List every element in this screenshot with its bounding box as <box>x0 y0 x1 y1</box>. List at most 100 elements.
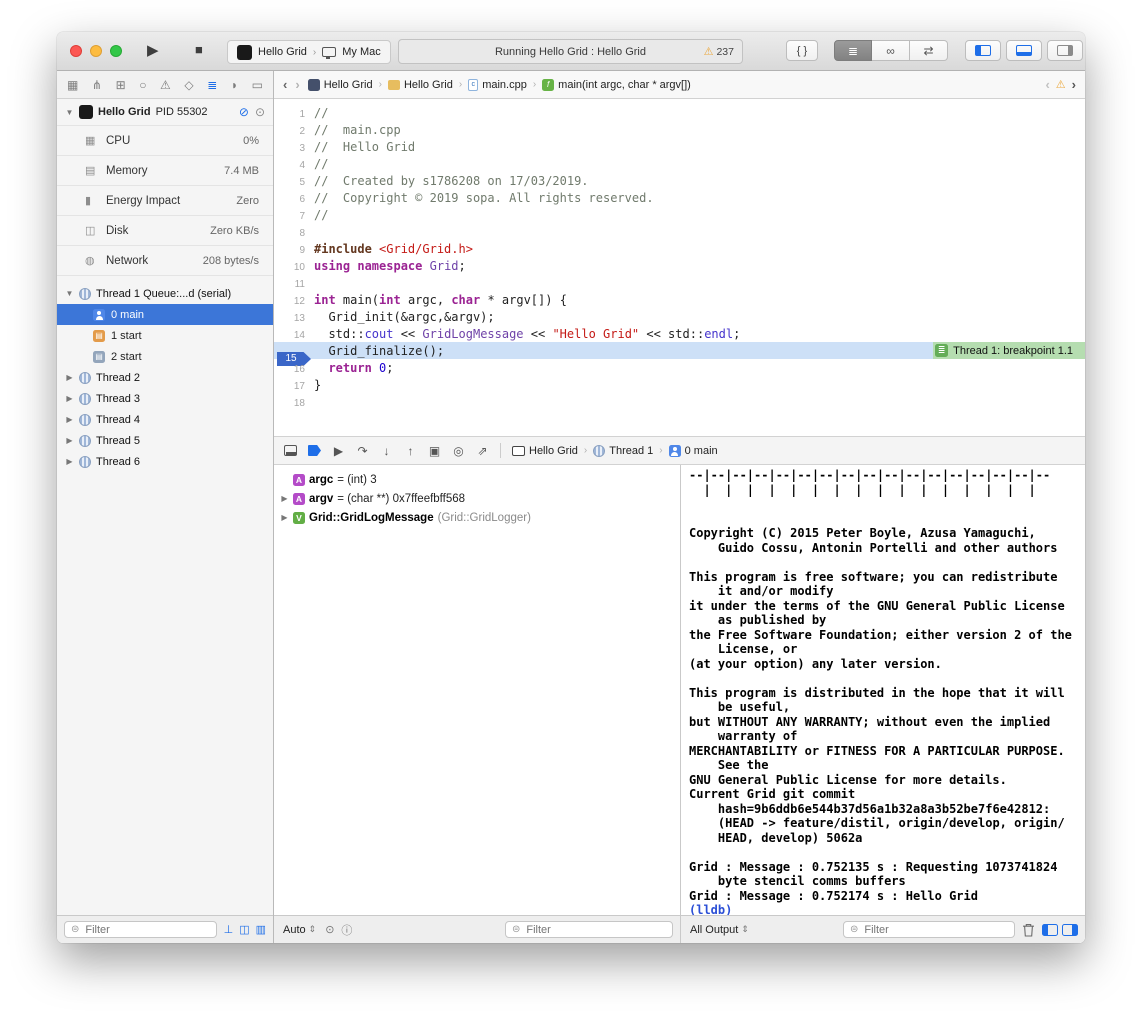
disclosure-icon[interactable]: ▶ <box>65 436 74 445</box>
console-view[interactable]: --|--|--|--|--|--|--|--|--|--|--|--|--|-… <box>681 465 1085 943</box>
zoom-window-button[interactable] <box>110 45 122 57</box>
code-line-6[interactable]: 6// Copyright © 2019 sopa. All rights re… <box>274 189 1085 206</box>
standard-editor-button[interactable]: ≣ <box>834 40 872 61</box>
code-line-16[interactable]: 16 return 0; <box>274 359 1085 376</box>
network-gauge-row[interactable]: ◍Network208 bytes/s <box>57 245 273 276</box>
find-navigator-tab[interactable]: ○ <box>139 78 146 92</box>
gutter[interactable]: 14 <box>274 327 314 341</box>
back-button[interactable]: ‹ <box>283 77 287 92</box>
tests-navigator-tab[interactable]: ◇ <box>184 78 193 92</box>
disclosure-icon[interactable]: ▶ <box>280 494 289 503</box>
code-line-17[interactable]: 17} <box>274 376 1085 393</box>
stack-frame-row[interactable]: ▤1 start <box>57 325 273 346</box>
gutter[interactable]: 1 <box>274 106 314 120</box>
project-navigator-tab[interactable]: ▦ <box>67 78 78 92</box>
jumpbar-file[interactable]: cmain.cpp <box>468 79 527 91</box>
debug-path-item[interactable]: Hello Grid <box>512 445 578 457</box>
run-button[interactable]: ▶ <box>147 41 159 59</box>
stop-button[interactable]: ■ <box>195 42 203 57</box>
gutter[interactable]: 11 <box>274 276 314 290</box>
gutter[interactable]: 9 <box>274 242 314 256</box>
gutter[interactable]: 7 <box>274 208 314 222</box>
disclosure-icon[interactable]: ▼ <box>65 108 74 117</box>
navigator-filter-input[interactable] <box>83 923 209 937</box>
process-row[interactable]: ▼ Hello Grid PID 55302 ⊘⊙ <box>57 99 273 125</box>
code-line-4[interactable]: 4// <box>274 155 1085 172</box>
code-line-7[interactable]: 7// <box>274 206 1085 223</box>
gutter[interactable]: 13 <box>274 310 314 324</box>
minimize-window-button[interactable] <box>90 45 102 57</box>
breakpoint-annotation[interactable]: ≣Thread 1: breakpoint 1.1 <box>933 342 1085 359</box>
code-line-14[interactable]: 14 std::cout << GridLogMessage << "Hello… <box>274 325 1085 342</box>
clear-console-button[interactable] <box>1022 923 1035 937</box>
memory-gauge-row[interactable]: ▤Memory7.4 MB <box>57 155 273 185</box>
disclosure-icon[interactable]: ▼ <box>65 289 74 298</box>
stack-frame-row[interactable]: 0 main <box>57 304 273 325</box>
variable-row[interactable]: Aargc = (int) 3 <box>280 470 680 489</box>
thread-row[interactable]: ▶Thread 4 <box>57 409 273 430</box>
warning-count-badge[interactable]: ⚠ 237 <box>704 40 734 63</box>
jumpbar-symbol[interactable]: fmain(int argc, char * argv[]) <box>542 79 691 91</box>
version-editor-button[interactable]: ⇄ <box>910 40 948 61</box>
console-filter[interactable]: ⊜ <box>843 921 1015 938</box>
disclosure-icon[interactable]: ▶ <box>65 415 74 424</box>
code-line-10[interactable]: 10using namespace Grid; <box>274 257 1085 274</box>
breakpoints-toggle-button[interactable] <box>308 445 321 456</box>
console-scope-popup[interactable]: All Output ⇕ <box>688 924 751 936</box>
variables-filter-input[interactable] <box>524 923 666 937</box>
gutter[interactable]: 10 <box>274 259 314 273</box>
code-line-2[interactable]: 2// main.cpp <box>274 121 1085 138</box>
code-line-9[interactable]: 9#include <Grid/Grid.h> <box>274 240 1085 257</box>
gutter[interactable]: 6 <box>274 191 314 205</box>
thread-row[interactable]: ▶Thread 5 <box>57 430 273 451</box>
code-line-3[interactable]: 3// Hello Grid <box>274 138 1085 155</box>
cpu-gauge-row[interactable]: ▦CPU0% <box>57 125 273 155</box>
thread-row[interactable]: ▼Thread 1 Queue:...d (serial) <box>57 283 273 304</box>
code-line-5[interactable]: 5// Created by s1786208 on 17/03/2019. <box>274 172 1085 189</box>
variable-row[interactable]: ▶VGrid::GridLogMessage (Grid::GridLogger… <box>280 508 680 527</box>
inspector-panel-button[interactable] <box>1047 40 1083 61</box>
hide-debug-area-button[interactable] <box>284 445 297 456</box>
gutter[interactable]: 2 <box>274 123 314 137</box>
code-line-15[interactable]: 15 Grid_finalize();≣Thread 1: breakpoint… <box>274 342 1085 359</box>
debug-panel-button[interactable] <box>1006 40 1042 61</box>
simulate-location-button[interactable]: ⇗ <box>476 444 489 458</box>
code-snippets-button[interactable]: { } <box>786 40 818 61</box>
debug-path-item[interactable]: 0 main <box>669 445 718 457</box>
gutter[interactable]: 16 <box>274 361 314 375</box>
source-editor[interactable]: 1//2// main.cpp3// Hello Grid4//5// Crea… <box>274 99 1085 436</box>
symbols-navigator-tab[interactable]: ⊞ <box>116 78 126 92</box>
thread-row[interactable]: ▶Thread 2 <box>57 367 273 388</box>
thread-row[interactable]: ▶Thread 3 <box>57 388 273 409</box>
navigator-panel-button[interactable] <box>965 40 1001 61</box>
disclosure-icon[interactable]: ▶ <box>65 394 74 403</box>
gutter[interactable]: 5 <box>274 174 314 188</box>
gutter[interactable]: 18 <box>274 395 314 409</box>
breakpoints-navigator-tab[interactable]: ◗ <box>231 78 238 92</box>
code-line-8[interactable]: 8 <box>274 223 1085 240</box>
disclosure-icon[interactable]: ▶ <box>280 513 289 522</box>
stack-frame-row[interactable]: ▤2 start <box>57 346 273 367</box>
reports-navigator-tab[interactable]: ▭ <box>252 78 263 92</box>
code-line-18[interactable]: 18 <box>274 393 1085 410</box>
show-console-pane-button[interactable] <box>1062 924 1078 936</box>
source-control-navigator-tab[interactable]: ⋔ <box>92 78 102 92</box>
close-window-button[interactable] <box>70 45 82 57</box>
disclosure-icon[interactable]: ▶ <box>65 373 74 382</box>
step-over-button[interactable]: ↷ <box>356 444 369 458</box>
energy-gauge-row[interactable]: ▮Energy ImpactZero <box>57 185 273 215</box>
scheme-selector[interactable]: Hello Grid › My Mac <box>227 40 391 64</box>
code-line-12[interactable]: 12int main(int argc, char * argv[]) { <box>274 291 1085 308</box>
thread-row[interactable]: ▶Thread 6 <box>57 451 273 472</box>
code-line-11[interactable]: 11 <box>274 274 1085 291</box>
view-hierarchy-button[interactable]: ▣ <box>428 444 441 458</box>
disk-gauge-row[interactable]: ◫DiskZero KB/s <box>57 215 273 245</box>
previous-issue-button[interactable]: ‹ <box>1045 77 1049 92</box>
warning-icon[interactable]: ⚠ <box>1056 78 1066 91</box>
gutter[interactable]: 3 <box>274 140 314 154</box>
view-by-queue-icon[interactable]: ▥ <box>256 923 266 936</box>
console-filter-input[interactable] <box>862 923 1008 937</box>
code-line-13[interactable]: 13 Grid_init(&argc,&argv); <box>274 308 1085 325</box>
navigator-filter[interactable]: ⊜ <box>64 921 217 938</box>
memory-graph-button[interactable]: ◎ <box>452 444 465 458</box>
